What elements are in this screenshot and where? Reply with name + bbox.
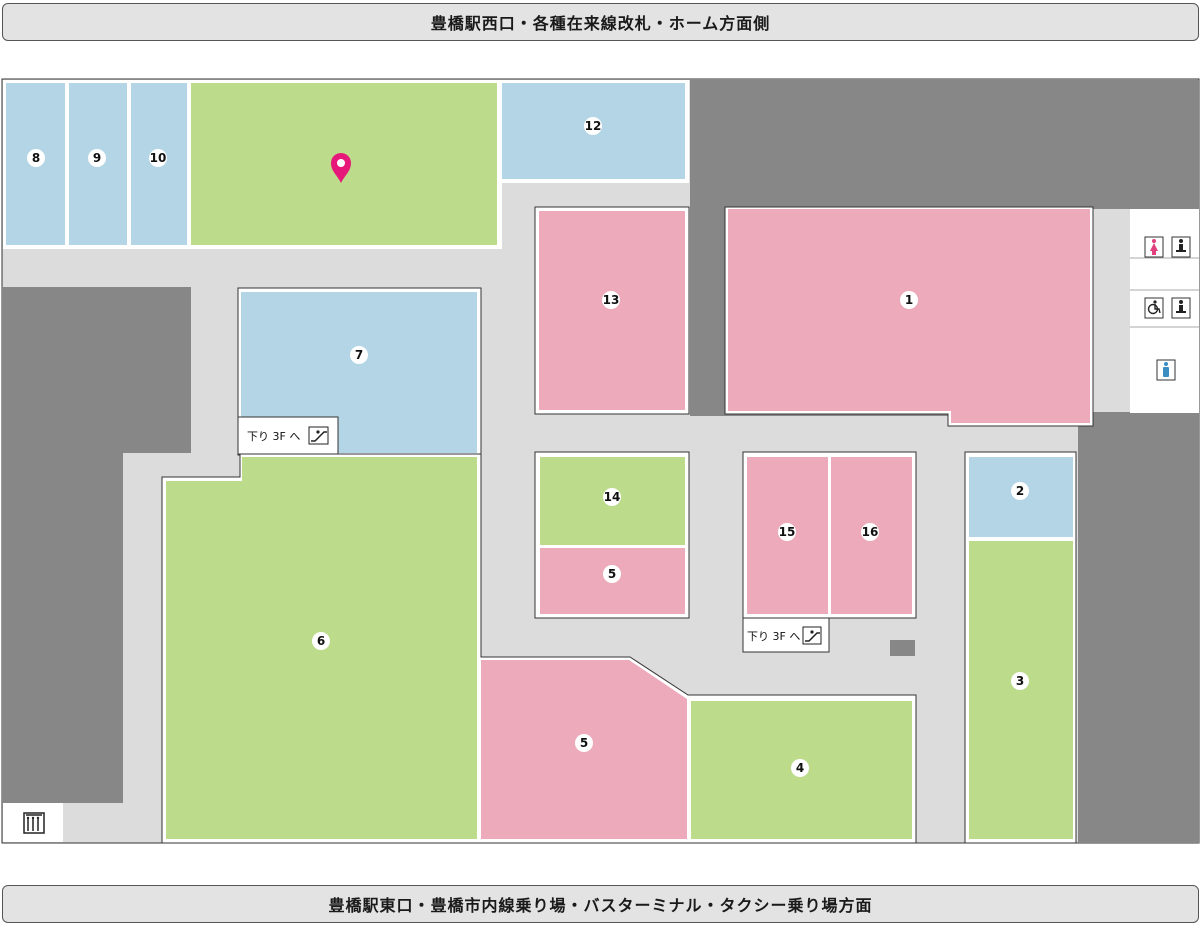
elevator-icon[interactable] [23,812,45,834]
baby-changing-icon[interactable] [1171,297,1191,319]
east-exit-banner: 豊橋駅東口・豊橋市内線乗り場・バスターミナル・タクシー乗り場方面 [2,885,1199,923]
escalator-label-text: 下り 3F へ [247,430,300,443]
store-number: 6 [317,634,325,648]
womens-restroom-icon[interactable] [1144,236,1164,258]
store-1[interactable]: 1 [728,209,1090,423]
store-6[interactable]: 6 [166,457,477,839]
store-16[interactable]: 16 [831,457,912,614]
store-number: 5 [608,567,616,581]
store-number: 5 [580,736,588,750]
escalator-down-icon [308,426,329,445]
store-number: 8 [32,151,40,165]
store-8[interactable]: 8 [6,83,65,245]
store-number: 14 [604,490,621,504]
store-number: 2 [1016,484,1024,498]
store-area[interactable] [539,211,685,410]
store-12[interactable]: 12 [502,83,685,179]
back-area-east [1078,412,1199,843]
escalator-label-text: 下り 3F へ [747,630,800,643]
store-number: 9 [93,151,101,165]
store-number: 13 [603,293,620,307]
store-number: 3 [1016,674,1024,688]
store-number: 4 [796,761,804,775]
store-9[interactable]: 9 [69,83,127,245]
store-area[interactable] [969,541,1073,839]
store-13[interactable]: 13 [539,211,685,410]
store-number: 16 [862,525,879,539]
store-15[interactable]: 15 [747,457,828,614]
store-5b[interactable]: 5 [481,660,687,839]
store-5a[interactable]: 5 [540,548,685,614]
store-10[interactable]: 10 [131,83,187,245]
escalator-label-east[interactable]: 下り 3F へ [742,617,830,653]
baby-changing-icon[interactable] [1171,236,1191,258]
store-number: 12 [585,119,602,133]
store-number: 7 [355,348,363,362]
store-number: 1 [905,293,913,307]
store-4[interactable]: 4 [691,701,912,839]
store-2[interactable]: 2 [969,457,1073,537]
escalator-label-west[interactable]: 下り 3F へ [237,416,339,455]
store-number: 10 [150,151,167,165]
store-14[interactable]: 14 [540,457,685,545]
mens-restroom-icon[interactable] [1156,359,1176,381]
store-3[interactable]: 3 [969,541,1073,839]
floor-map: 8 9 10 12 13 1 7 6 14 5 15 16 2 3 5 4 下り 3F へ 下り 3F へ [1,78,1200,844]
accessible-restroom-icon[interactable] [1144,297,1164,319]
store-number: 15 [779,525,796,539]
store-area[interactable] [728,209,1090,423]
pillar [890,640,915,656]
escalator-down-icon [802,626,822,645]
